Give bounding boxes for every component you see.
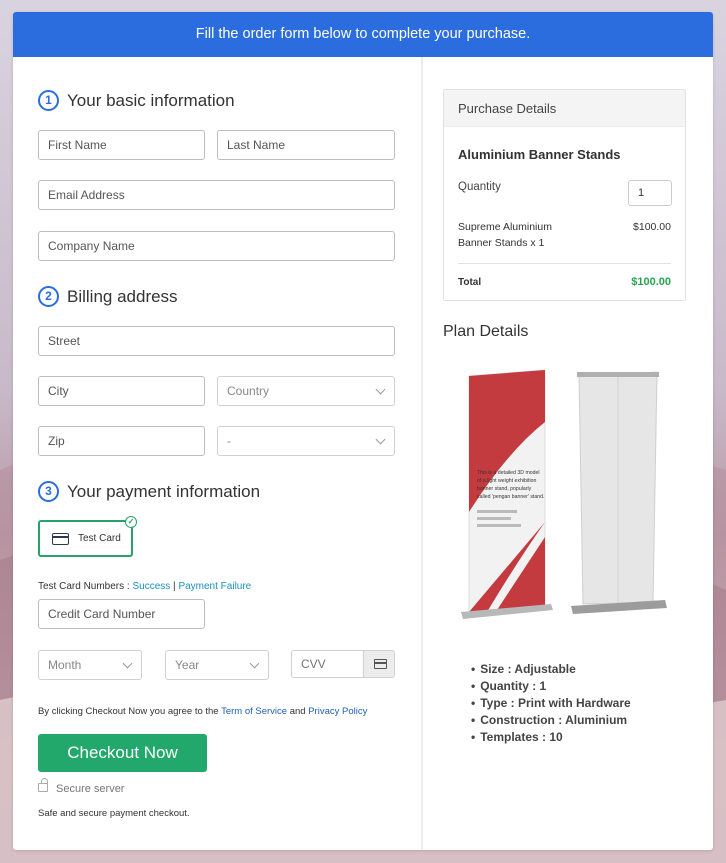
plan-details-title: Plan Details	[443, 323, 529, 340]
section-billing-header: 2 Billing address	[38, 286, 178, 307]
plan-feature-item: Quantity : 1	[471, 678, 631, 695]
cvv-card-addon	[363, 651, 394, 677]
total-label: Total	[458, 277, 482, 288]
last-name-input[interactable]	[217, 130, 395, 160]
email-input[interactable]	[38, 180, 395, 210]
year-select[interactable]: Year	[165, 650, 269, 680]
banner-text-line1: This is a detailed 3D model	[477, 470, 540, 476]
state-select-value: -	[227, 434, 231, 448]
section-billing-title: Billing address	[67, 286, 178, 306]
chevron-down-icon	[122, 658, 133, 669]
total-divider	[458, 263, 671, 264]
line-item-name: Supreme Aluminium Banner Stands x 1	[458, 219, 552, 251]
safe-checkout-text: Safe and secure payment checkout.	[38, 808, 190, 819]
quantity-label: Quantity	[458, 181, 501, 193]
payment-failure-link[interactable]: Payment Failure	[178, 581, 251, 592]
agreement-and: and	[287, 706, 309, 717]
credit-card-icon	[374, 659, 387, 669]
banner-text-line4: called 'pengan banner' stand.	[477, 494, 544, 500]
year-select-value: Year	[175, 658, 200, 672]
line-item-name-line2: Banner Stands x 1	[458, 237, 545, 249]
section-payment-header: 3 Your payment information	[38, 481, 260, 502]
line-item-price: $100.00	[633, 221, 671, 233]
agreement-text: By clicking Checkout Now you agree to th…	[38, 706, 367, 717]
month-select-value: Month	[48, 658, 82, 672]
privacy-policy-link[interactable]: Privacy Policy	[308, 706, 367, 717]
plan-feature-item: Type : Print with Hardware	[471, 695, 630, 712]
test-card-numbers-label: Test Card Numbers :	[38, 581, 133, 592]
credit-card-stripe	[374, 662, 387, 664]
terms-of-service-link[interactable]: Term of Service	[221, 706, 287, 717]
banner-stand-printed: This is a detailed 3D model of a light w…	[461, 369, 553, 619]
product-name: Aluminium Banner Stands	[458, 147, 621, 162]
success-link[interactable]: Success	[132, 581, 170, 592]
first-name-input[interactable]	[38, 130, 205, 160]
banner-stand-image: This is a detailed 3D model of a light w…	[461, 369, 667, 619]
plan-feature-item: Construction : Aluminium	[471, 712, 631, 729]
test-card-numbers: Test Card Numbers : Success | Payment Fa…	[38, 581, 251, 592]
test-card-option[interactable]: Test Card ✓	[38, 516, 137, 557]
chevron-down-icon	[249, 658, 260, 669]
credit-card-icon	[52, 532, 69, 545]
chevron-down-icon	[375, 434, 386, 445]
section-basic-info-header: 1 Your basic information	[38, 90, 235, 111]
line-item-name-line1: Supreme Aluminium	[458, 221, 552, 233]
country-select-value: Country	[227, 384, 270, 398]
step-2-badge: 2	[38, 286, 59, 307]
banner-text-line2: of a light weight exhibition	[477, 478, 537, 484]
month-select[interactable]: Month	[38, 650, 142, 680]
quantity-input[interactable]: 1	[628, 180, 672, 206]
section-payment-title: Your payment information	[67, 481, 261, 501]
checkout-card: Fill the order form below to complete yo…	[13, 12, 713, 850]
banner-text-line3: banner stand, popularly	[477, 486, 532, 492]
agreement-prefix: By clicking Checkout Now you agree to th…	[38, 706, 222, 717]
city-input[interactable]	[38, 376, 205, 406]
plan-features-list: Size : Adjustable Quantity : 1 Type : Pr…	[471, 661, 631, 746]
secure-server-label: Secure server	[56, 783, 125, 795]
total-value: $100.00	[631, 276, 671, 288]
street-input[interactable]	[38, 326, 395, 356]
form-banner: Fill the order form below to complete yo…	[13, 12, 713, 57]
company-input[interactable]	[38, 231, 395, 261]
plan-feature-item: Templates : 10	[471, 729, 631, 746]
cvv-field-group	[291, 650, 395, 678]
check-icon: ✓	[125, 516, 137, 528]
zip-input[interactable]	[38, 426, 205, 456]
section-basic-info-title: Your basic information	[67, 90, 235, 110]
step-1-badge: 1	[38, 90, 59, 111]
lock-icon	[38, 778, 48, 792]
banner-stand-blank	[571, 371, 667, 614]
chevron-down-icon	[375, 384, 386, 395]
plan-feature-item: Size : Adjustable	[471, 661, 631, 678]
test-card-label: Test Card	[78, 533, 121, 544]
purchase-details-header: Purchase Details	[444, 90, 685, 127]
state-select[interactable]: -	[217, 426, 395, 456]
country-select[interactable]: Country	[217, 376, 395, 406]
order-summary: Purchase Details Aluminium Banner Stands…	[423, 57, 713, 850]
cvv-input[interactable]	[292, 651, 363, 677]
purchase-details-box: Purchase Details Aluminium Banner Stands…	[443, 89, 686, 301]
order-form: 1 Your basic information 2 Billing addre…	[13, 57, 421, 850]
checkout-now-button[interactable]: Checkout Now	[38, 734, 207, 772]
step-3-badge: 3	[38, 481, 59, 502]
credit-card-number-input[interactable]	[38, 599, 205, 629]
